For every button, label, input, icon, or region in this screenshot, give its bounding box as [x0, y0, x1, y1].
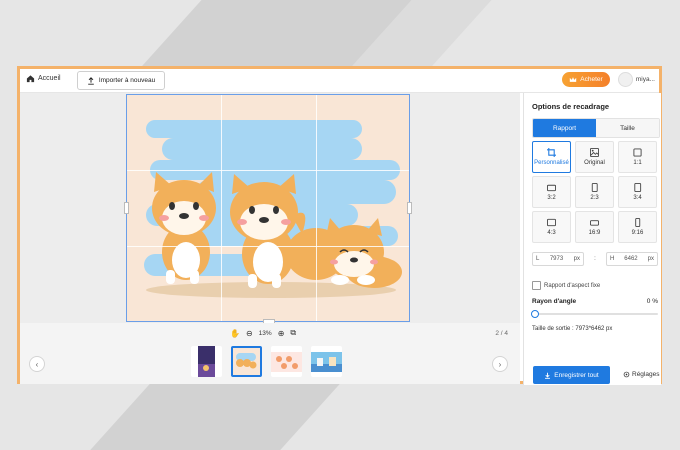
- width-unit: px: [573, 256, 580, 262]
- corner-radius-row: Rayon d'angle 0 %: [532, 298, 658, 305]
- zoom-out-icon[interactable]: ⊖: [246, 329, 253, 338]
- crop-mode-tabs: Rapport Taille: [532, 118, 660, 138]
- save-all-button[interactable]: Enregistrer tout: [533, 366, 610, 384]
- ratio-9-16[interactable]: 9:16: [618, 211, 657, 243]
- ratio-label: 4:3: [547, 230, 556, 236]
- portrait-icon: [591, 183, 598, 192]
- ratio-3-2[interactable]: 3:2: [532, 176, 571, 208]
- settings-label: Réglages: [632, 371, 660, 378]
- upload-icon: [88, 76, 94, 85]
- height-value: 6462: [624, 256, 638, 262]
- thumbnail-2[interactable]: [231, 346, 262, 377]
- ratio-label: 2:3: [590, 195, 599, 201]
- ratio-custom[interactable]: Personnalisé: [532, 141, 571, 173]
- keep-ratio-checkbox[interactable]: [532, 281, 541, 290]
- slider-knob[interactable]: [531, 310, 539, 318]
- settings-icon: [623, 371, 630, 378]
- ratio-2-3[interactable]: 2:3: [575, 176, 614, 208]
- zoom-in-icon[interactable]: ⊕: [278, 329, 285, 338]
- output-size: Taille de sortie : 7973*6462 px: [532, 326, 612, 332]
- dimension-inputs: L 7973 px : H 6462 px: [532, 252, 658, 266]
- prev-image-button[interactable]: ‹: [29, 356, 45, 372]
- landscape-icon: [547, 184, 556, 192]
- ratio-label: 3:2: [547, 195, 556, 201]
- image-icon: [590, 148, 599, 157]
- corner-radius-slider[interactable]: [531, 310, 658, 318]
- import-again-button[interactable]: Importer à nouveau: [77, 71, 165, 90]
- settings-button[interactable]: Réglages: [623, 371, 659, 378]
- home-icon: [26, 75, 35, 83]
- thumbnail-3[interactable]: [271, 346, 302, 377]
- hand-icon[interactable]: ✋: [230, 329, 240, 338]
- fit-screen-icon[interactable]: ⧉: [290, 328, 296, 338]
- landscape-icon: [547, 218, 556, 227]
- corner-radius-label: Rayon d'angle: [532, 298, 577, 305]
- thumbnail-1[interactable]: [191, 346, 222, 377]
- height-field[interactable]: H 6462 px: [605, 252, 658, 266]
- canvas-area: [20, 93, 520, 324]
- crop-options-panel: Options de recadrage Rapport Taille Pers…: [523, 93, 661, 385]
- preview-image: [126, 94, 410, 322]
- next-image-button[interactable]: ›: [492, 356, 508, 372]
- keep-ratio-option[interactable]: Rapport d'aspect fixe: [532, 281, 600, 290]
- ratio-label: 16:9: [588, 230, 601, 236]
- ratio-3-4[interactable]: 3:4: [618, 176, 657, 208]
- import-again-label: Importer à nouveau: [98, 77, 156, 84]
- crop-handle-left[interactable]: [124, 202, 129, 214]
- portrait-icon: [634, 183, 642, 192]
- home-label: Accueil: [38, 75, 61, 82]
- avatar: [617, 72, 633, 87]
- wide-icon: [590, 220, 599, 226]
- buy-button[interactable]: Acheter: [562, 72, 610, 87]
- user-menu[interactable]: miya...: [617, 72, 655, 87]
- page-indicator: 2 / 4: [495, 330, 508, 337]
- download-icon: [545, 372, 551, 379]
- home-link[interactable]: Accueil: [26, 74, 61, 83]
- thumbnail-4[interactable]: [311, 346, 342, 377]
- zoom-level: 13%: [258, 329, 272, 337]
- height-prefix: H: [609, 256, 615, 262]
- dimension-separator: :: [594, 256, 596, 262]
- crown-icon: [570, 77, 577, 82]
- tab-size[interactable]: Taille: [596, 119, 659, 137]
- zoom-toolbar: ✋ ⊖ 13% ⊕ ⧉: [230, 328, 296, 338]
- ratio-4-3[interactable]: 4:3: [532, 211, 571, 243]
- panel-title: Options de recadrage: [532, 102, 610, 111]
- crop-icon: [547, 148, 556, 157]
- width-prefix: L: [536, 256, 540, 262]
- keep-ratio-label: Rapport d'aspect fixe: [544, 282, 601, 289]
- tab-ratio[interactable]: Rapport: [533, 119, 596, 137]
- crop-handle-right[interactable]: [407, 202, 412, 214]
- ratio-original[interactable]: Original: [575, 141, 614, 173]
- ratio-label: Original: [584, 160, 605, 166]
- ratio-label: 1:1: [633, 160, 642, 166]
- app-window: Accueil Importer à nouveau Acheter miya.…: [17, 66, 662, 385]
- height-unit: px: [647, 256, 654, 262]
- thumbnail-strip: [191, 346, 342, 377]
- ratio-1-1[interactable]: 1:1: [618, 141, 657, 173]
- ratio-label: 3:4: [633, 195, 642, 201]
- corner-radius-value: 0 %: [646, 298, 658, 305]
- tall-icon: [635, 218, 641, 227]
- ratio-16-9[interactable]: 16:9: [575, 211, 614, 243]
- save-all-label: Enregistrer tout: [554, 371, 599, 379]
- output-size-label: Taille de sortie :: [532, 326, 574, 332]
- buy-label: Acheter: [580, 76, 603, 83]
- ratio-grid: Personnalisé Original 1:1 3:2 2:3 3:4 4:…: [532, 141, 658, 243]
- ratio-label: 9:16: [631, 230, 644, 236]
- ratio-label: Personnalisé: [534, 160, 569, 166]
- width-value: 7973: [549, 256, 564, 262]
- output-size-value: 7973*6462 px: [575, 326, 613, 332]
- square-icon: [633, 148, 642, 157]
- width-field[interactable]: L 7973 px: [532, 252, 584, 266]
- user-name: miya...: [635, 76, 655, 83]
- bottom-strip: ✋ ⊖ 13% ⊕ ⧉ 2 / 4 ‹ ›: [20, 323, 520, 384]
- top-bar: Accueil Importer à nouveau Acheter miya.…: [20, 69, 659, 93]
